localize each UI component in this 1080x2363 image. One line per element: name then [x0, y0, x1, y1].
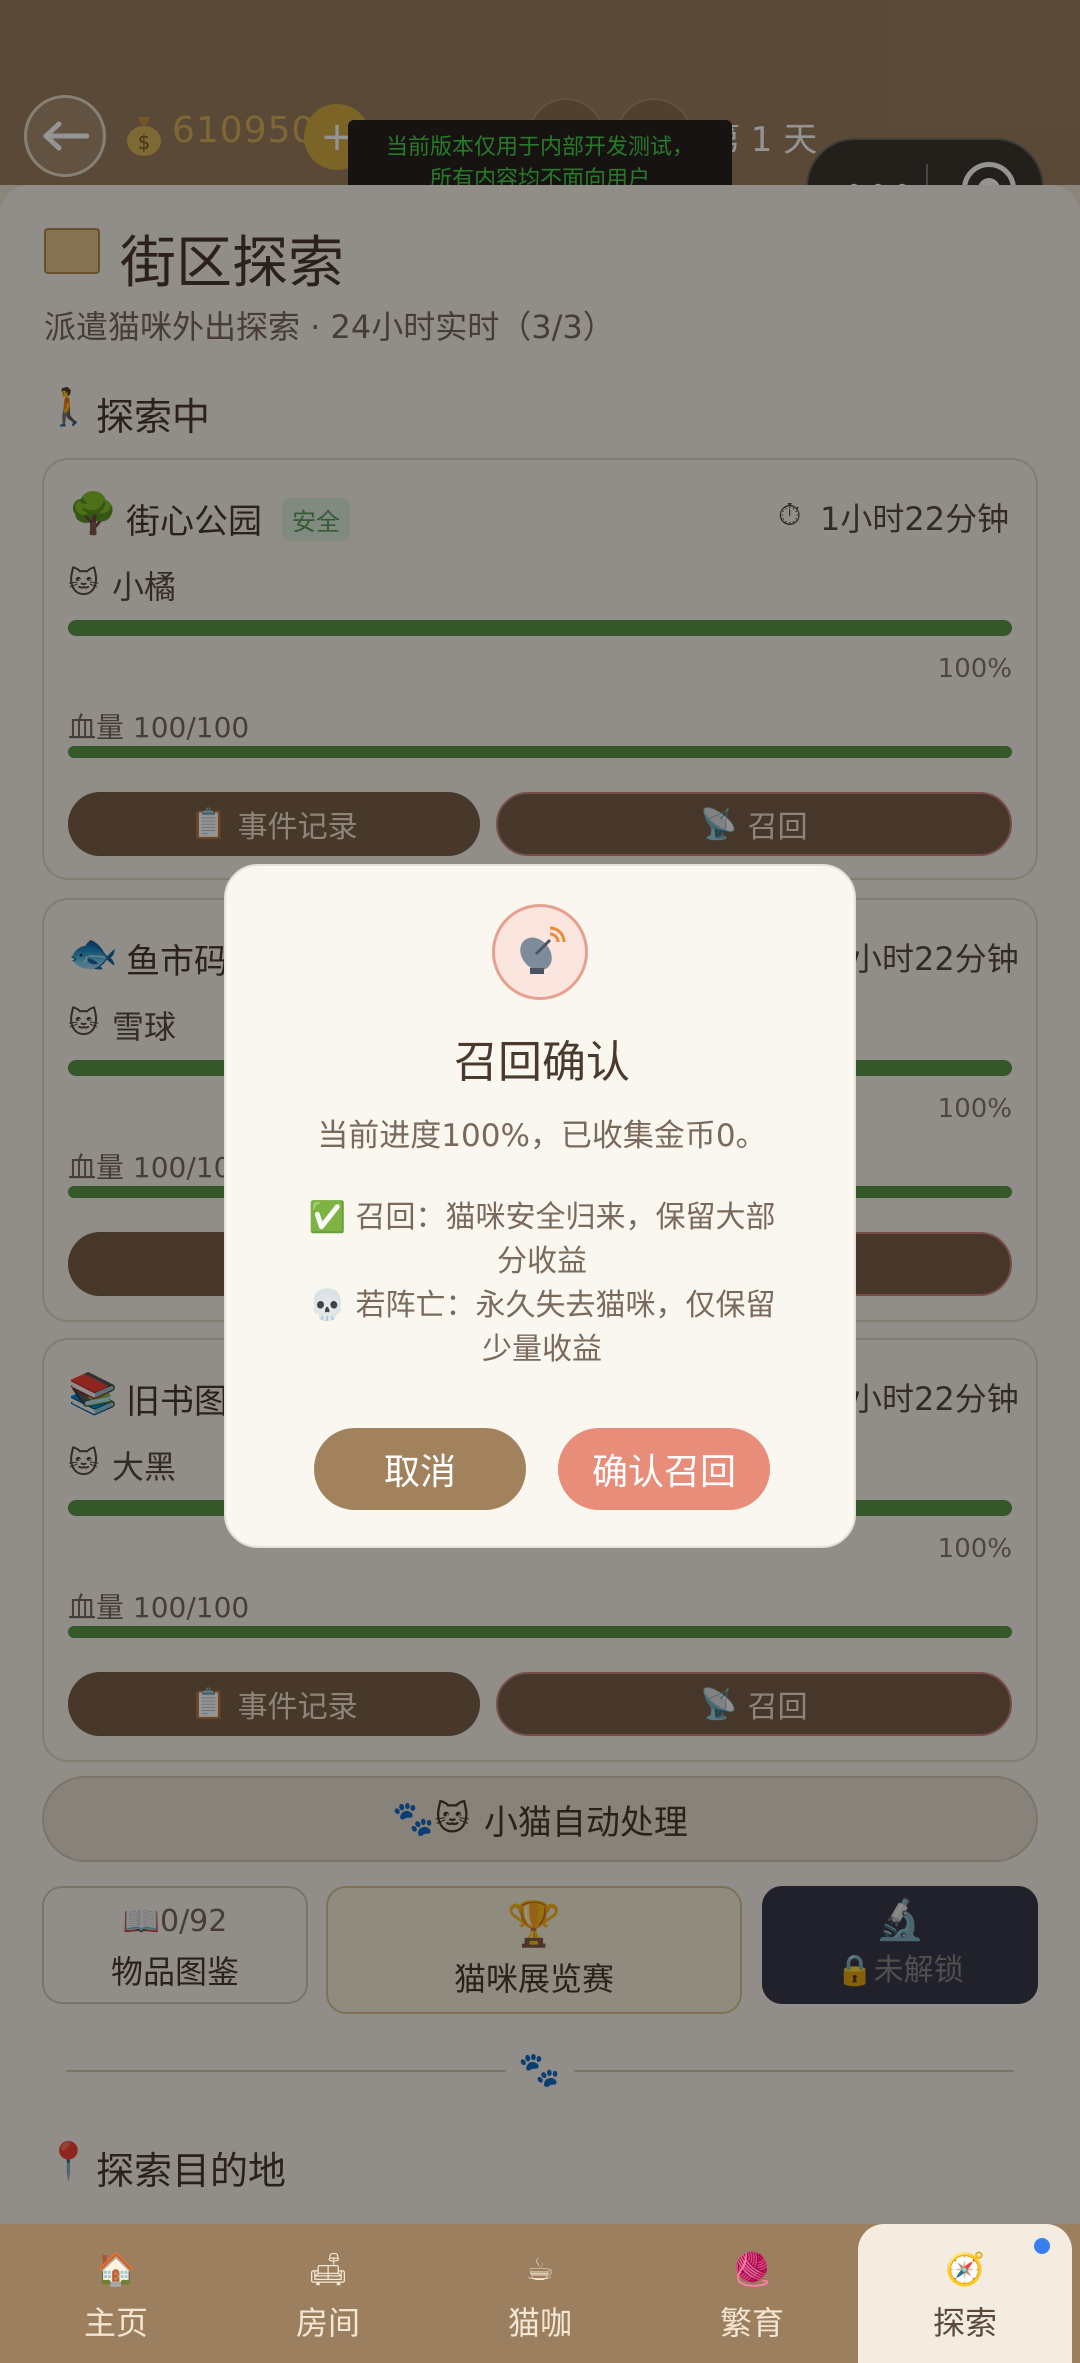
tab-label: 探索: [932, 2304, 997, 2342]
room-icon: 🛋: [307, 2250, 349, 2288]
tab-label: 繁育: [719, 2304, 784, 2342]
cancel-button[interactable]: 取消: [314, 1428, 526, 1510]
skull-icon: 💀: [308, 1288, 346, 1323]
compass-icon: 🧭: [945, 2250, 985, 2288]
death-info-line-cont: 少量收益: [482, 1332, 602, 1367]
tab-home[interactable]: 🏠 主页: [8, 2224, 224, 2363]
notification-dot: [1034, 2238, 1050, 2254]
tab-breed[interactable]: 🧶 繁育: [644, 2224, 860, 2363]
tab-room[interactable]: 🛋 房间: [220, 2224, 436, 2363]
tab-label: 猫咖: [507, 2304, 572, 2342]
satellite-dish-icon: [492, 904, 588, 1000]
recall-info-line-cont: 分收益: [497, 1244, 587, 1279]
confirm-recall-button[interactable]: 确认召回: [558, 1428, 770, 1510]
home-icon: 🏠: [96, 2250, 136, 2288]
death-info-line: 若阵亡：永久失去猫咪，仅保留: [355, 1288, 776, 1323]
tab-label: 主页: [83, 2304, 148, 2342]
breed-icon: 🧶: [732, 2250, 772, 2288]
recall-info-line: 召回：猫咪安全归来，保留大部: [355, 1200, 776, 1235]
dialog-summary: 当前进度100%，已收集金币0。: [317, 1118, 767, 1154]
recall-info: ✅ 召回：猫咪安全归来，保留大部 分收益 💀 若阵亡：永久失去猫咪，仅保留 少量…: [282, 1196, 802, 1372]
check-icon: ✅: [308, 1200, 346, 1235]
tab-label: 房间: [295, 2304, 360, 2342]
recall-confirm-dialog: 召回确认 当前进度100%，已收集金币0。 ✅ 召回：猫咪安全归来，保留大部 分…: [224, 864, 856, 1548]
tab-cafe[interactable]: ☕ 猫咖: [432, 2224, 648, 2363]
dialog-title: 召回确认: [454, 1037, 630, 1088]
cafe-icon: ☕: [525, 2250, 555, 2288]
